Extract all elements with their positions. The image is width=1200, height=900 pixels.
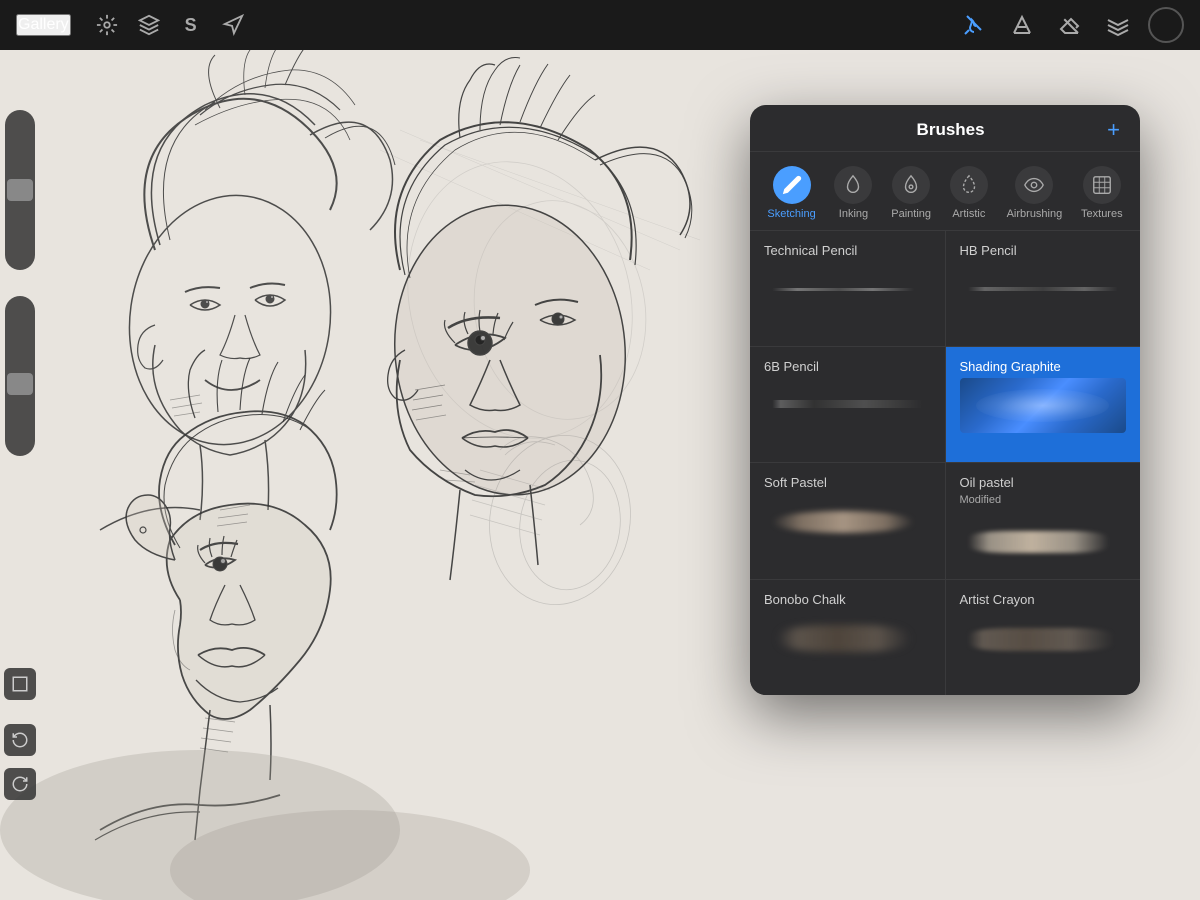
oil-pastel-label: Oil pastel (960, 475, 1014, 490)
redo-button[interactable] (4, 768, 36, 800)
size-slider-thumb[interactable] (7, 373, 33, 395)
eraser-tool-button[interactable] (1052, 7, 1088, 43)
bonobo-chalk-stroke (764, 611, 931, 666)
artist-crayon-stroke (960, 611, 1127, 666)
adjust-icon[interactable] (131, 7, 167, 43)
artistic-label: Artistic (952, 208, 985, 220)
6b-pencil-label: 6B Pencil (764, 359, 819, 374)
canvas-area[interactable]: Brushes + Sketching I (0, 50, 1200, 900)
artistic-icon (950, 166, 988, 204)
artist-crayon-label: Artist Crayon (960, 592, 1035, 607)
sketching-label: Sketching (767, 208, 815, 220)
size-slider[interactable] (5, 296, 35, 456)
left-tool-icons: S (89, 7, 251, 43)
brushes-panel-header: Brushes + (750, 105, 1140, 152)
opacity-slider[interactable] (5, 110, 35, 270)
right-tool-icons (956, 7, 1184, 43)
brush-tool-button[interactable] (956, 7, 992, 43)
brush-6b-pencil[interactable]: 6B Pencil (750, 347, 945, 462)
brush-shading-graphite[interactable]: Shading Graphite (946, 347, 1141, 462)
technical-pencil-label: Technical Pencil (764, 243, 857, 258)
navigate-icon[interactable] (215, 7, 251, 43)
technical-pencil-stroke (764, 262, 931, 317)
gallery-button[interactable]: Gallery (16, 14, 71, 36)
wrench-icon[interactable] (89, 7, 125, 43)
left-sidebar (0, 100, 40, 800)
brush-bonobo-chalk[interactable]: Bonobo Chalk (750, 580, 945, 695)
shading-graphite-stroke (960, 378, 1127, 433)
6b-pencil-stroke (764, 378, 931, 433)
opacity-slider-thumb[interactable] (7, 179, 33, 201)
category-textures[interactable]: Textures (1073, 162, 1131, 224)
category-painting[interactable]: Painting (883, 162, 939, 224)
toolbar: Gallery S (0, 0, 1200, 50)
hb-pencil-label: HB Pencil (960, 243, 1017, 258)
square-tool-button[interactable] (4, 668, 36, 700)
oil-pastel-sub: Modified (960, 494, 1002, 506)
soft-pastel-label: Soft Pastel (764, 475, 827, 490)
color-picker-button[interactable] (1148, 7, 1184, 43)
brush-categories: Sketching Inking Painti (750, 152, 1140, 231)
brush-technical-pencil[interactable]: Technical Pencil (750, 231, 945, 346)
brushes-panel-title: Brushes (794, 120, 1107, 140)
undo-button[interactable] (4, 724, 36, 756)
textures-icon (1083, 166, 1121, 204)
sketching-icon (773, 166, 811, 204)
oil-pastel-stroke (960, 514, 1127, 569)
category-airbrushing[interactable]: Airbrushing (999, 162, 1071, 224)
category-sketching[interactable]: Sketching (759, 162, 823, 224)
hb-pencil-stroke (960, 262, 1127, 317)
smear-tool-button[interactable] (1004, 7, 1040, 43)
soft-pastel-stroke (764, 494, 931, 549)
category-inking[interactable]: Inking (826, 162, 880, 224)
brush-soft-pastel[interactable]: Soft Pastel (750, 463, 945, 579)
category-artistic[interactable]: Artistic (942, 162, 996, 224)
inking-icon (834, 166, 872, 204)
sketch-drawing (0, 50, 740, 900)
airbrushing-icon (1015, 166, 1053, 204)
brush-oil-pastel[interactable]: Oil pastel Modified (946, 463, 1141, 579)
shading-graphite-label: Shading Graphite (960, 359, 1061, 374)
letter-s-icon[interactable]: S (173, 7, 209, 43)
brushes-panel: Brushes + Sketching I (750, 105, 1140, 695)
painting-label: Painting (891, 208, 931, 220)
airbrushing-label: Airbrushing (1007, 208, 1063, 220)
add-brush-button[interactable]: + (1107, 119, 1120, 141)
painting-icon (892, 166, 930, 204)
layers-tool-button[interactable] (1100, 7, 1136, 43)
textures-label: Textures (1081, 208, 1123, 220)
brush-grid: Technical Pencil HB Pencil 6B Pencil (750, 231, 1140, 695)
brush-artist-crayon[interactable]: Artist Crayon (946, 580, 1141, 695)
inking-label: Inking (839, 208, 868, 220)
brush-hb-pencil[interactable]: HB Pencil (946, 231, 1141, 346)
bonobo-chalk-label: Bonobo Chalk (764, 592, 846, 607)
